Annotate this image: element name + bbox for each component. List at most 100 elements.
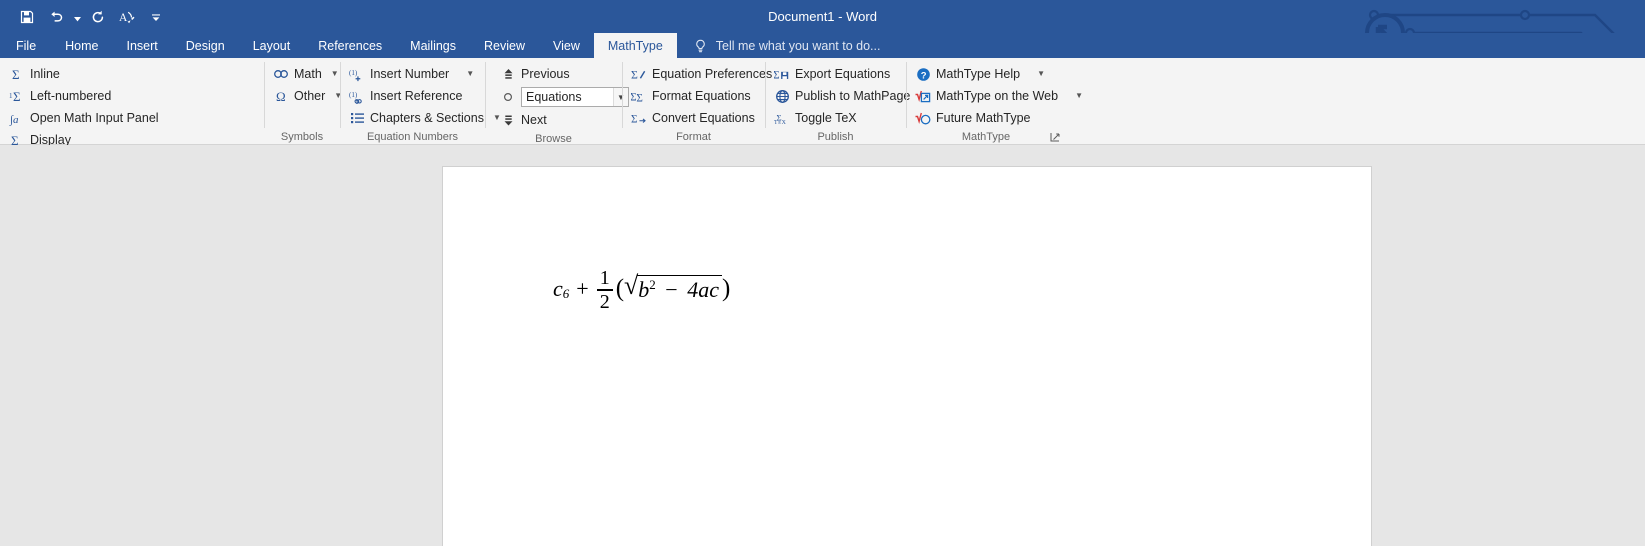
ribbon-label: Insert Reference [370,89,463,103]
ribbon-group-label: Equation Numbers [366,131,459,143]
window-title: Document1 - Word [768,9,877,24]
ribbon-button-mathtype-on-the-web[interactable]: MathType on the Web ▼ [912,85,1089,107]
ribbon-tab-strip: File Home Insert Design Layout Reference… [0,33,1645,58]
insert-reference-icon: (1) [349,88,365,104]
browse-target-value: Equations [526,90,582,104]
sigma-left-numbered-icon: 1 Σ [9,88,25,104]
tell-me-search[interactable]: Tell me what you want to do... [677,33,880,58]
title-bar: A Document1 - Word [0,0,1645,56]
tab-review[interactable]: Review [470,33,539,58]
equation-numerator: 1 [599,267,610,289]
format-equations-icon: Σ Σ [631,88,647,104]
customize-quick-access-toolbar-icon[interactable] [143,5,169,29]
ribbon-label: Next [521,113,547,127]
math-input-panel-icon: ∫a [9,110,25,126]
tab-mailings[interactable]: Mailings [396,33,470,58]
ribbon-button-export-equations[interactable]: Σ Export Equations [771,63,916,85]
tab-insert[interactable]: Insert [113,33,172,58]
ribbon-label: Export Equations [795,67,891,81]
svg-text:Σ: Σ [12,67,20,82]
ribbon-button-equation-preferences[interactable]: Σ Equation Preferences [628,63,778,85]
radical-sign-icon: √ [624,270,639,300]
chevron-down-icon[interactable]: ▼ [331,70,339,78]
globe-icon [774,88,790,104]
svg-text:Σ: Σ [636,92,642,104]
equation-plus-operator: + [576,275,589,301]
ribbon-label: Insert Number [370,67,450,81]
ribbon-group-symbols: Math ▼ Ω Other ▼ Symbols [264,58,342,145]
chevron-down-icon[interactable]: ▼ [1037,70,1045,78]
tab-layout[interactable]: Layout [239,33,305,58]
svg-text:∫a: ∫a [9,114,19,126]
browse-object-icon[interactable] [500,89,516,105]
document-canvas[interactable]: c6 + 1 2 ( √ b2 − 4ac ) [0,145,1645,546]
ribbon-button-mathtype-help[interactable]: ? MathType Help ▼ [912,63,1089,85]
ribbon-button-chapters-sections[interactable]: Chapters & Sections ▼ [346,107,507,129]
radicand-base: b [638,276,650,302]
infinity-icon [273,66,289,82]
ribbon-button-browse-previous[interactable]: Previous [497,63,629,85]
toggle-tex-icon: Σ T E X [774,110,790,126]
ribbon-button-open-math-input-panel[interactable]: ∫a Open Math Input Panel [6,107,159,129]
tab-mathtype[interactable]: MathType [593,33,677,58]
tab-file[interactable]: File [0,33,51,58]
svg-text:X: X [782,119,787,125]
sigma-inline-icon: Σ [9,66,25,82]
ribbon-group-label: Format [676,131,711,143]
ribbon-group-equation-numbers: (1) Insert Number ▼ (1) Insert Reference… [340,58,501,145]
chapters-sections-icon [349,110,365,126]
ribbon-group-label: Symbols [280,131,324,143]
tab-design[interactable]: Design [172,33,239,58]
ribbon-label: Convert Equations [652,111,755,125]
equation-base-var: c [553,275,563,301]
ribbon-label: Toggle TeX [795,111,857,125]
ribbon-label: Other [294,89,326,103]
ribbon-group-label: Publish [817,131,854,143]
ribbon-button-other[interactable]: Ω Other ▼ [270,85,348,107]
ribbon-group-insert-equations: Σ Inline 1 Σ Left-numbered ∫a Open Math … [0,58,264,188]
mathtype-equation[interactable]: c6 + 1 2 ( √ b2 − 4ac ) [553,267,730,313]
word-page-1[interactable]: c6 + 1 2 ( √ b2 − 4ac ) [442,166,1372,546]
help-icon: ? [915,66,931,82]
ribbon-button-future-mathtype[interactable]: Future MathType [912,107,1089,129]
format-painter-icon[interactable]: A [114,5,140,29]
browse-target-row: Equations ▼ [497,85,629,109]
tab-references[interactable]: References [304,33,396,58]
ribbon-label: MathType Help [936,67,1021,81]
equation-minus-operator: − [665,276,678,302]
undo-icon[interactable] [43,5,69,29]
ribbon-group-browse: Previous Equations ▼ Next Browse [485,58,629,145]
quick-access-toolbar: A [0,0,169,33]
ribbon-label: Future MathType [936,111,1031,125]
ribbon-button-publish-to-mathpage[interactable]: Publish to MathPage [771,85,916,107]
ribbon-button-inline[interactable]: Σ Inline [6,63,151,85]
tab-view[interactable]: View [539,33,594,58]
ribbon-group-format: Σ Equation Preferences Σ Σ Format Equati… [622,58,772,145]
ribbon-button-convert-equations[interactable]: Σ Convert Equations [628,107,778,129]
chevron-down-icon[interactable]: ▼ [466,70,474,78]
undo-dropdown-icon[interactable] [72,5,82,29]
svg-text:(1): (1) [349,68,358,76]
tab-home[interactable]: Home [51,33,112,58]
ribbon: Σ Inline 1 Σ Left-numbered ∫a Open Math … [0,58,1645,188]
ribbon-label: Math [294,67,322,81]
ribbon-label: Format Equations [652,89,751,103]
ribbon-button-insert-reference[interactable]: (1) Insert Reference [346,85,507,107]
equation-denominator: 2 [599,290,610,313]
ribbon-button-math[interactable]: Math ▼ [270,63,348,85]
ribbon-button-format-equations[interactable]: Σ Σ Format Equations [628,85,778,107]
save-icon[interactable] [14,5,40,29]
dialog-box-launcher-icon[interactable] [1048,130,1062,144]
ribbon-label: Open Math Input Panel [30,111,159,125]
ribbon-label: Publish to MathPage [795,89,911,103]
redo-icon[interactable] [85,5,111,29]
browse-target-combo[interactable]: Equations ▼ [521,87,629,107]
ribbon-button-browse-next[interactable]: Next [497,109,629,131]
ribbon-button-toggle-tex[interactable]: Σ T E X Toggle TeX [771,107,916,129]
browse-next-icon [500,112,516,128]
ribbon-button-left-numbered[interactable]: 1 Σ Left-numbered [6,85,151,107]
chevron-down-icon[interactable]: ▼ [1075,92,1083,100]
mathtype-web-icon [915,88,931,104]
ribbon-button-insert-number[interactable]: (1) Insert Number ▼ [346,63,507,85]
equation-fraction: 1 2 [596,267,613,313]
